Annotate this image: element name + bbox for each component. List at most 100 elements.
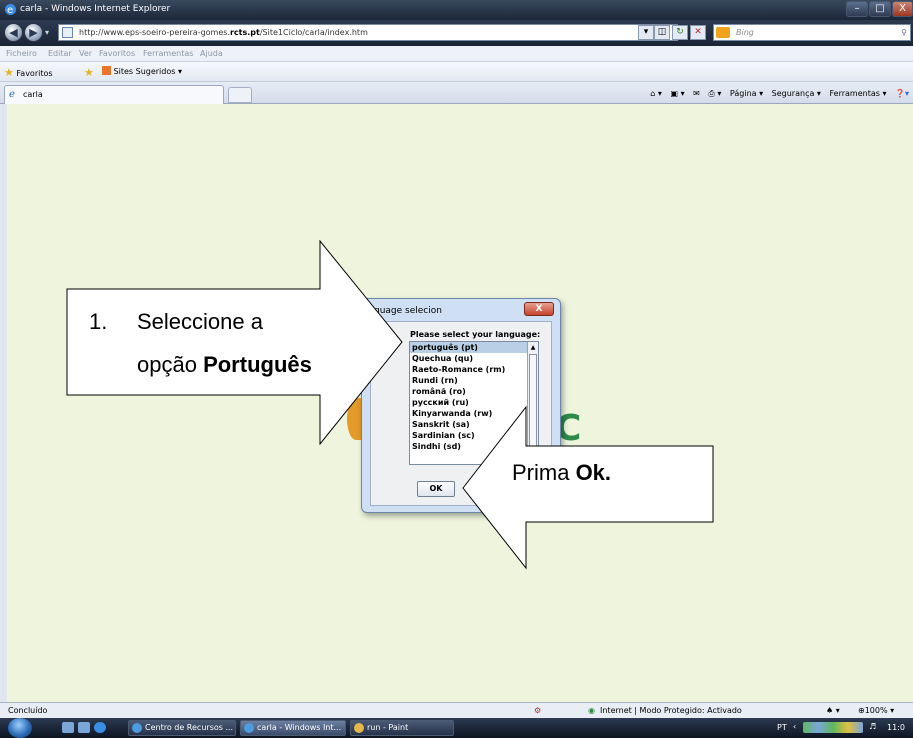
address-dropdown-icon[interactable]: ▾ [638, 25, 654, 40]
zoom-level[interactable]: ⊕100% ▾ [858, 706, 894, 715]
language-option[interactable]: Quechua (qu) [410, 353, 538, 364]
taskbar: Centro de Recursos ... carla - Windows I… [0, 718, 913, 738]
ie-logo-icon: e [5, 4, 16, 16]
task-centro-de-recursos[interactable]: Centro de Recursos ... [128, 720, 236, 736]
bing-logo-icon [716, 27, 730, 38]
callout-step2-text: Prima Ok. [512, 460, 611, 486]
paint-task-icon [354, 723, 364, 733]
add-favorite-button[interactable]: ★ [84, 66, 94, 79]
volume-icon[interactable]: ♬ [869, 722, 876, 731]
status-bar: Concluído ⚙ ◉ Internet | Modo Protegido:… [0, 702, 913, 718]
clock[interactable]: 11:0 [887, 723, 905, 732]
dialog-close-button[interactable]: X [524, 302, 554, 316]
menu-bar: Ficheiro Editar Ver Favoritos Ferramenta… [0, 46, 913, 62]
menu-ferramentas[interactable]: Ferramentas [143, 49, 193, 58]
ie-tab-icon: ℯ [9, 89, 15, 100]
search-icon[interactable]: ⚲ [901, 25, 907, 40]
address-bar[interactable]: http://www.eps-soeiro-pereira-gomes.rcts… [58, 24, 678, 41]
input-language[interactable]: PT [777, 723, 787, 732]
star-icon: ★ [4, 66, 14, 79]
favorites-label: Favoritos [16, 69, 53, 78]
address-prefix: http://www.eps-soeiro-pereira-gomes. [79, 28, 230, 37]
ie-quicklaunch-icon[interactable] [94, 722, 106, 733]
back-button[interactable]: ◀ [4, 23, 23, 42]
tray-icons[interactable] [803, 722, 863, 733]
svg-text:e: e [7, 5, 13, 16]
globe-icon: ◉ [588, 706, 595, 715]
address-suffix: /Site1Ciclo/carla/index.htm [259, 28, 368, 37]
help-icon[interactable]: ❓▾ [895, 86, 909, 101]
step2-prefix: Prima [512, 460, 576, 485]
add-on-icon[interactable]: ♠ ▾ [826, 706, 840, 715]
step-number: 1. [89, 309, 108, 334]
mail-icon[interactable]: ✉ [693, 86, 700, 101]
language-option[interactable]: Rundi (rn) [410, 375, 538, 386]
language-prompt: Please select your language: [410, 330, 541, 339]
favorites-button[interactable]: ★ Favoritos [4, 66, 53, 79]
page-icon [62, 27, 73, 38]
compatibility-view-icon[interactable]: ◫ [654, 25, 670, 40]
menu-favoritos[interactable]: Favoritos [99, 49, 135, 58]
search-input[interactable]: Bing ⚲ [713, 24, 911, 41]
task-paint[interactable]: run - Paint [350, 720, 454, 736]
step1-line2-prefix: opção [137, 352, 204, 377]
back-arrow-icon: ◀ [9, 26, 18, 39]
title-bar: e carla - Windows Internet Explorer – □ … [0, 0, 913, 20]
task-label: Centro de Recursos ... [145, 723, 234, 732]
suggested-sites-button[interactable]: Sites Sugeridos ▾ [102, 66, 182, 76]
maximize-button[interactable]: □ [869, 1, 891, 17]
search-placeholder: Bing [736, 28, 754, 37]
left-frame-edge [0, 104, 7, 702]
feeds-icon[interactable]: ▣ ▾ [670, 86, 684, 101]
system-tray: PT ‹ ♬ 11:0 [763, 718, 913, 738]
ok-button[interactable]: OK [417, 481, 455, 497]
command-bar: ⌂ ▾ ▣ ▾ ✉ ⎙ ▾ Página ▾ Segurança ▾ Ferra… [644, 86, 909, 102]
tab-title: carla [23, 90, 43, 99]
minimize-button[interactable]: – [846, 1, 868, 17]
step2-bold: Ok. [575, 460, 612, 485]
print-icon[interactable]: ⎙ ▾ [708, 86, 721, 101]
forward-arrow-icon: ▶ [29, 26, 38, 39]
safety-menu[interactable]: Segurança ▾ [772, 86, 821, 101]
language-option[interactable]: Raeto-Romance (rm) [410, 364, 538, 375]
page-menu[interactable]: Página ▾ [730, 86, 763, 101]
language-option[interactable]: română (ro) [410, 386, 538, 397]
tab-carla[interactable]: ℯ carla [4, 85, 224, 104]
favorites-bar: ★ Favoritos ★ Sites Sugeridos ▾ [0, 62, 913, 82]
add-star-icon: ★ [84, 66, 94, 79]
left-arrow-shape [462, 406, 714, 570]
popup-blocker-icon[interactable]: ⚙ [534, 706, 541, 715]
scroll-up-icon[interactable]: ▲ [528, 342, 538, 353]
status-text: Concluído [8, 706, 48, 715]
callout-step1-text: 1. Seleccione a opção Português [89, 300, 312, 386]
step1-line2-bold: Português [203, 352, 312, 377]
refresh-icon[interactable]: ↻ [672, 25, 688, 40]
switch-windows-icon[interactable] [78, 722, 90, 733]
close-window-button[interactable]: X [892, 1, 913, 17]
menu-ajuda[interactable]: Ajuda [200, 49, 223, 58]
menu-ficheiro[interactable]: Ficheiro [6, 49, 37, 58]
stop-icon[interactable]: ✕ [690, 25, 706, 40]
security-zone[interactable]: Internet | Modo Protegido: Activado [600, 706, 742, 715]
tools-menu[interactable]: Ferramentas ▾ [829, 86, 886, 101]
language-option-selected[interactable]: português (pt) [410, 342, 538, 353]
suggested-sites-label: Sites Sugeridos ▾ [113, 67, 182, 76]
task-label: run - Paint [367, 723, 409, 732]
task-label: carla - Windows Int... [257, 723, 342, 732]
home-icon[interactable]: ⌂ ▾ [650, 86, 662, 101]
ie-task-icon [244, 723, 254, 733]
suggested-sites-icon [102, 66, 111, 75]
history-dropdown-icon[interactable]: ▾ [45, 28, 49, 37]
address-row: ◀ ▶ ▾ http://www.eps-soeiro-pereira-gome… [0, 20, 913, 46]
new-tab-button[interactable] [228, 87, 252, 103]
start-button[interactable] [8, 718, 32, 738]
menu-editar[interactable]: Editar [48, 49, 72, 58]
menu-ver[interactable]: Ver [79, 49, 92, 58]
tab-row: ℯ carla ⌂ ▾ ▣ ▾ ✉ ⎙ ▾ Página ▾ Segurança … [0, 82, 913, 104]
ie-task-icon [132, 723, 142, 733]
task-carla-ie[interactable]: carla - Windows Int... [240, 720, 346, 736]
address-domain: rcts.pt [229, 28, 260, 37]
forward-button[interactable]: ▶ [24, 23, 43, 42]
tray-expand-icon[interactable]: ‹ [793, 722, 796, 731]
show-desktop-icon[interactable] [62, 722, 74, 733]
